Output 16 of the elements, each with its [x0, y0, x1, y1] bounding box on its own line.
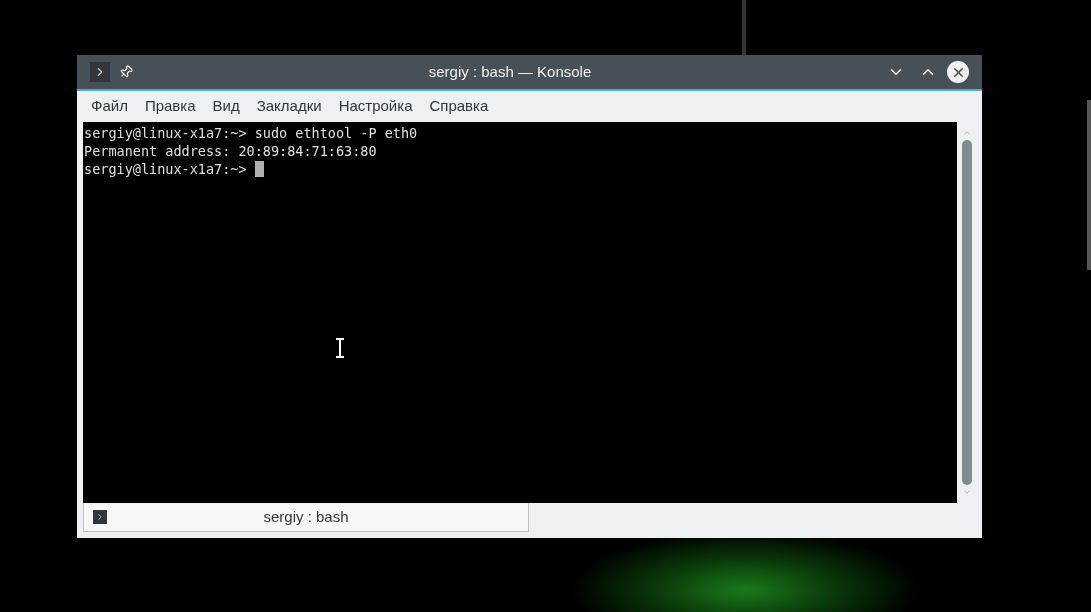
menu-item[interactable]: Правка	[136, 95, 204, 118]
menu-item[interactable]: Справка	[421, 95, 497, 118]
close-button[interactable]	[947, 61, 969, 83]
menu-item[interactable]: Файл	[83, 95, 136, 118]
window-title: sergiy : bash — Konsole	[427, 61, 593, 82]
terminal-menu-button[interactable]	[90, 62, 110, 82]
terminal-line: sergiy@linux-x1a7:~> sudo ethtool -P eth0	[84, 124, 418, 142]
session-tab[interactable]: sergiy : bash	[83, 503, 529, 532]
lamp-cord	[742, 0, 746, 55]
terminal-line: Permanent address: 20:89:84:71:63:80	[84, 142, 377, 160]
menu-item[interactable]: Закладки	[248, 95, 330, 118]
menu-item[interactable]: Настройка	[330, 95, 421, 118]
terminal-line: sergiy@linux-x1a7:~>	[84, 160, 248, 178]
mouse-text-cursor-icon	[336, 338, 344, 358]
menu-item[interactable]: Вид	[204, 95, 248, 118]
pin-icon[interactable]	[119, 65, 133, 79]
